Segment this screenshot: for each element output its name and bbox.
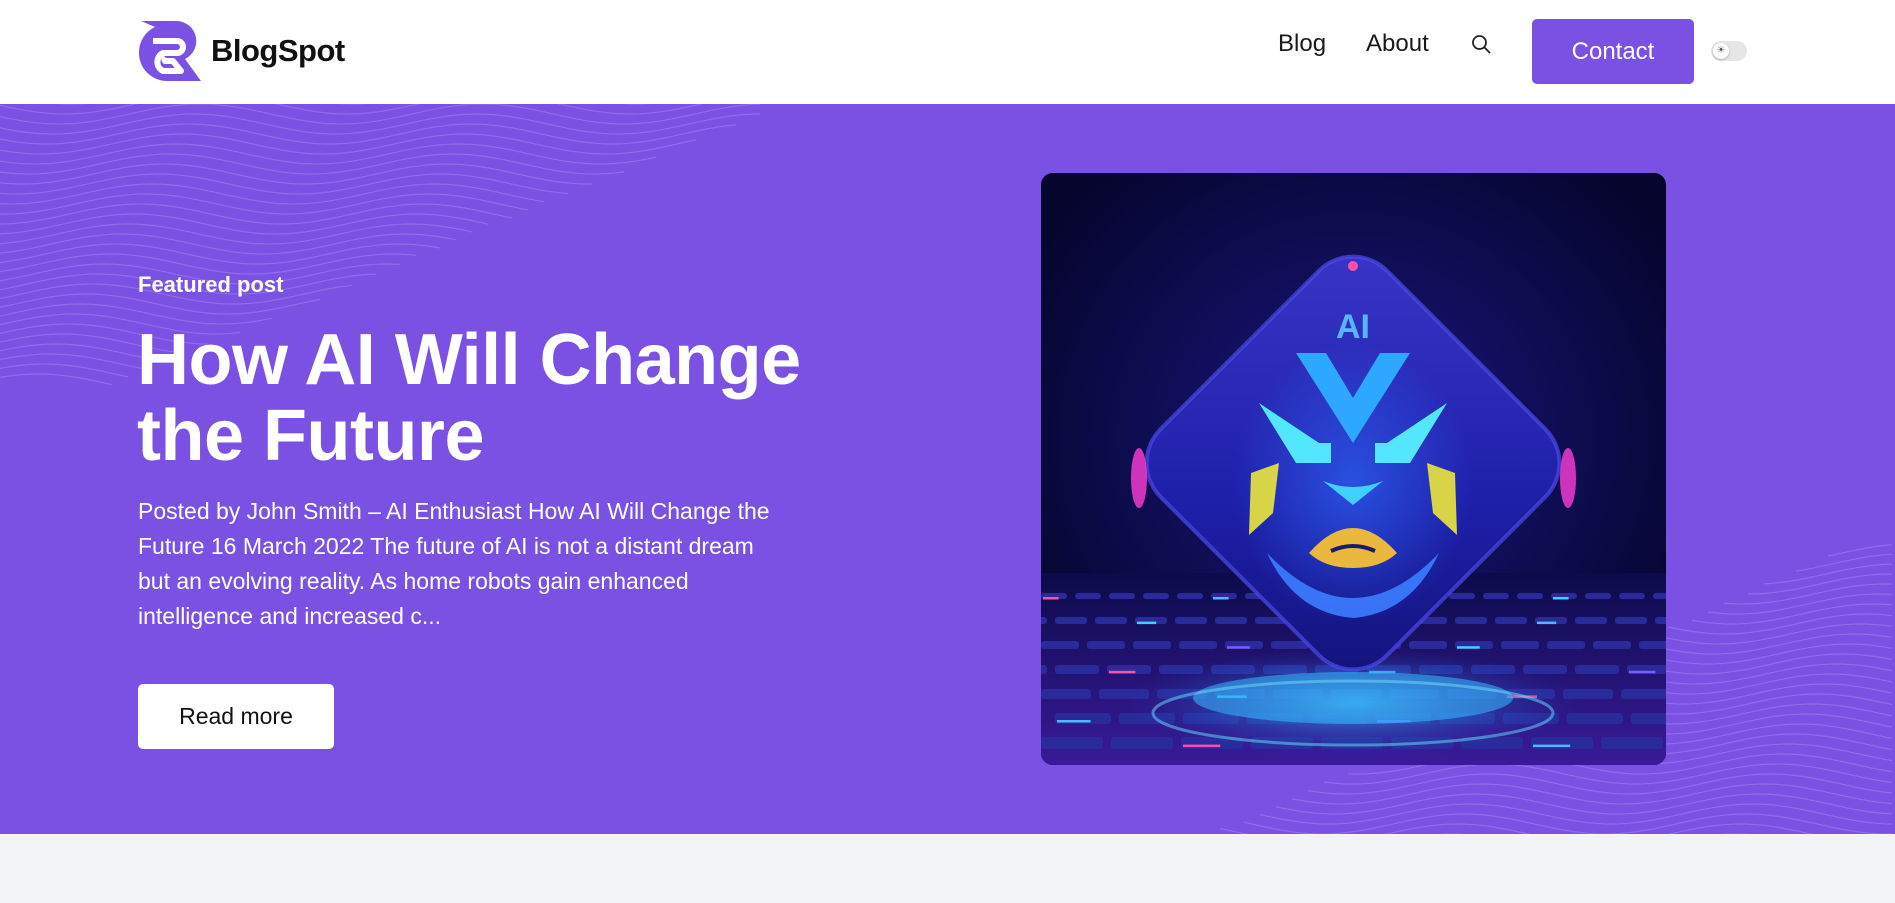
ai-robot-illustration: AI xyxy=(1041,173,1666,765)
contact-button[interactable]: Contact xyxy=(1532,19,1694,84)
logo[interactable]: BlogSpot xyxy=(137,19,345,83)
search-button[interactable] xyxy=(1469,32,1493,56)
featured-post-image[interactable]: AI xyxy=(1041,173,1666,765)
nav-link-blog[interactable]: Blog xyxy=(1278,30,1326,58)
search-icon xyxy=(1471,35,1491,54)
featured-hero: Featured post How AI Will Change the Fut… xyxy=(0,104,1895,834)
site-header: BlogSpot Blog About Contact ☀ xyxy=(0,0,1895,104)
logo-text: BlogSpot xyxy=(211,33,345,68)
ai-badge-text: AI xyxy=(1336,308,1370,346)
theme-toggle[interactable]: ☀ xyxy=(1711,41,1747,61)
post-excerpt: Posted by John Smith – AI Enthusiast How… xyxy=(138,498,770,629)
main-nav: Blog About xyxy=(1278,30,1493,58)
sun-icon: ☀ xyxy=(1713,43,1729,59)
read-more-button[interactable]: Read more xyxy=(138,684,334,749)
featured-post-label: Featured post xyxy=(138,272,284,297)
nav-link-about[interactable]: About xyxy=(1366,30,1429,58)
post-title[interactable]: How AI Will Change the Future xyxy=(137,322,897,474)
content-area xyxy=(0,834,1895,903)
blogspot-logo-icon xyxy=(138,21,201,81)
